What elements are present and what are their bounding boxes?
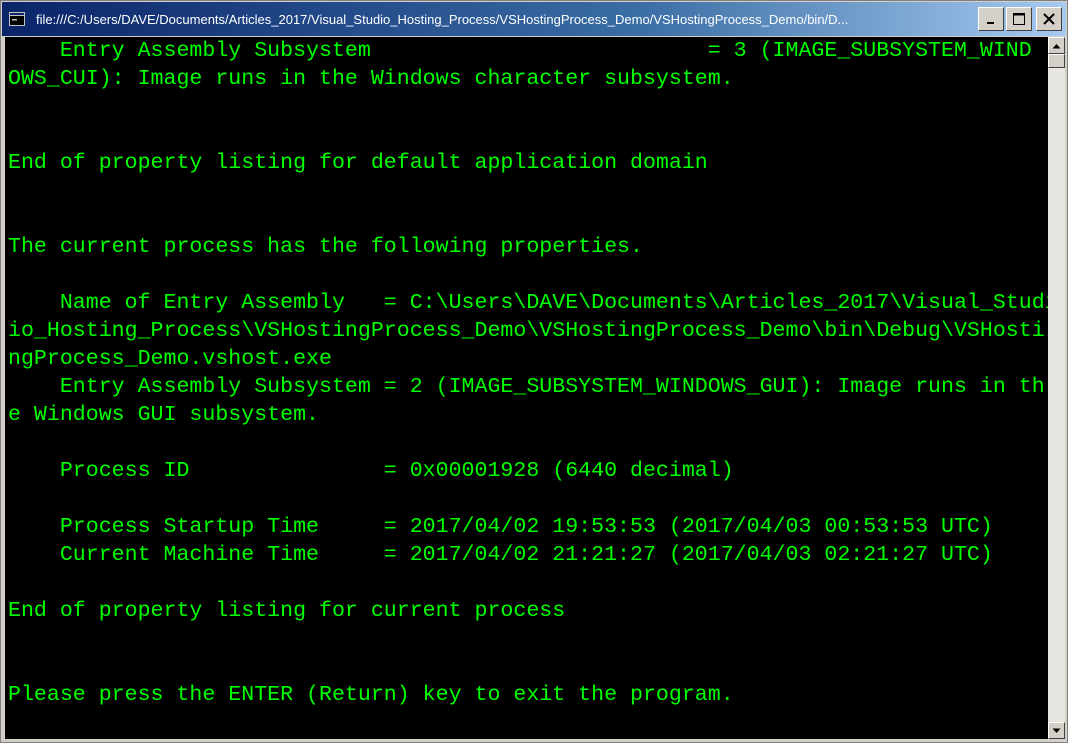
- console-window: file:///C:/Users/DAVE/Documents/Articles…: [0, 0, 1068, 743]
- console-line: Current Machine Time = 2017/04/02 21:21:…: [8, 543, 993, 567]
- minimize-button[interactable]: [978, 7, 1004, 31]
- console-line: Process ID = 0x00001928 (6440 decimal): [8, 459, 734, 483]
- console-line: Entry Assembly Subsystem = 2 (IMAGE_SUBS…: [8, 375, 1045, 399]
- title-bar[interactable]: file:///C:/Users/DAVE/Documents/Articles…: [2, 2, 1066, 36]
- console-text: Entry Assembly Subsystem = 3 (IMAGE_SUBS…: [5, 37, 1048, 709]
- chevron-down-icon: [1052, 728, 1061, 733]
- scroll-thumb[interactable]: [1048, 54, 1065, 68]
- console-line: Please press the ENTER (Return) key to e…: [8, 683, 734, 707]
- console-line: io_Hosting_Process\VSHostingProcess_Demo…: [8, 319, 1045, 343]
- maximize-button[interactable]: [1006, 7, 1032, 31]
- console-line: e Windows GUI subsystem.: [8, 403, 320, 427]
- close-button[interactable]: [1036, 7, 1062, 31]
- chevron-up-icon: [1052, 43, 1061, 48]
- console-line: The current process has the following pr…: [8, 235, 643, 259]
- console-window-icon[interactable]: [8, 10, 26, 28]
- scroll-up-button[interactable]: [1048, 37, 1065, 54]
- close-icon: [1043, 13, 1055, 25]
- console-line: Process Startup Time = 2017/04/02 19:53:…: [8, 515, 993, 539]
- console-line: End of property listing for default appl…: [8, 151, 708, 175]
- console-line: ngProcess_Demo.vshost.exe: [8, 347, 332, 371]
- window-title: file:///C:/Users/DAVE/Documents/Articles…: [36, 11, 849, 27]
- console-line: End of property listing for current proc…: [8, 599, 566, 623]
- scroll-down-button[interactable]: [1048, 722, 1065, 739]
- console-line: OWS_CUI): Image runs in the Windows char…: [8, 67, 734, 91]
- vertical-scrollbar[interactable]: [1048, 37, 1065, 739]
- console-line: Entry Assembly Subsystem = 3 (IMAGE_SUBS…: [8, 39, 1032, 63]
- console-line: Name of Entry Assembly = C:\Users\DAVE\D…: [8, 291, 1048, 315]
- minimize-icon: [987, 22, 994, 24]
- console-output[interactable]: Entry Assembly Subsystem = 3 (IMAGE_SUBS…: [5, 37, 1048, 739]
- maximize-icon: [1013, 13, 1025, 25]
